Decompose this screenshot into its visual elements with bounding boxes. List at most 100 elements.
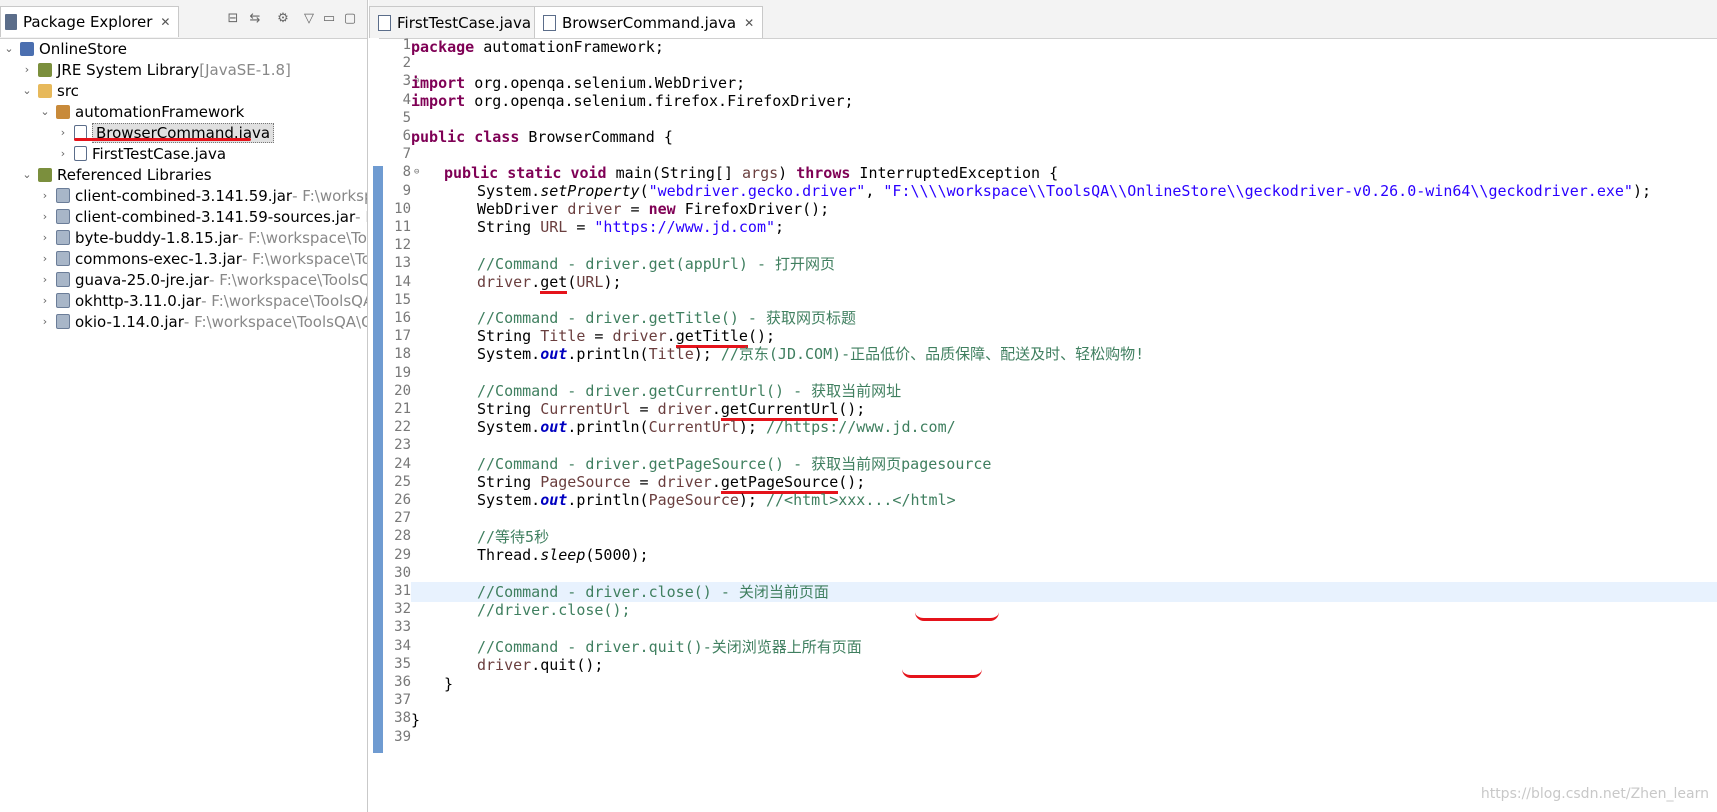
red-annotation-underline [74, 138, 251, 141]
tree-item[interactable]: ⌄ src [22, 80, 79, 101]
comment-line: //driver.close(); [477, 601, 631, 619]
tree-item[interactable]: › client-combined-3.141.59-sources.jar - … [40, 206, 367, 227]
chevron-down-icon[interactable]: ⌄ [4, 42, 14, 55]
tree-item[interactable]: › commons-exec-1.3.jar - F:\workspace\Too… [40, 248, 367, 269]
collapse-all-icon[interactable]: ⊟ [224, 9, 242, 27]
code-line: String CurrentUrl = driver.getCurrentUrl… [477, 399, 865, 421]
line-number: 32 [394, 601, 411, 618]
chevron-right-icon[interactable]: › [22, 63, 32, 76]
code-line: public class BrowserCommand { [411, 128, 673, 146]
chevron-right-icon[interactable]: › [40, 252, 50, 265]
tree-item[interactable]: › FirstTestCase.java [58, 143, 226, 164]
code-line: System.out.println(PageSource); //<html>… [477, 491, 956, 509]
jar-icon [56, 209, 70, 224]
tree-item[interactable]: › byte-buddy-1.8.15.jar - F:\workspace\To… [40, 227, 367, 248]
tree-item-label: guava-25.0-jre.jar [75, 270, 210, 289]
jar-icon [56, 251, 70, 266]
line-number: 30 [394, 564, 411, 581]
close-icon[interactable]: ✕ [160, 15, 170, 29]
tree-item-label: automationFramework [75, 102, 245, 121]
tree-item[interactable]: ⌄ Referenced Libraries [22, 164, 211, 185]
chevron-right-icon[interactable]: › [40, 210, 50, 223]
comment-line: //Command - driver.getPageSource() - 获取当… [477, 455, 992, 473]
tab-first-test-case[interactable]: FirstTestCase.java [369, 6, 541, 38]
tree-item[interactable]: › client-combined-3.141.59.jar - F:\works… [40, 185, 367, 206]
tree-item[interactable]: › okio-1.14.0.jar - F:\workspace\ToolsQA\… [40, 311, 367, 332]
line-number: 39 [394, 728, 411, 745]
minimize-icon[interactable]: ▭ [320, 9, 338, 27]
line-number: 15 [394, 291, 411, 308]
tree-item-label: JRE System Library [57, 60, 200, 79]
tree-item-suffix: - F:\workspace\ToolsQA\Onli [183, 312, 367, 331]
line-number: 1 [402, 37, 411, 53]
java-file-icon [378, 14, 391, 31]
line-number-gutter: 1 2 3 ⊖ 4 5 6 7 8 ⊖ 9 10 11 12 13 14 15 16 17 18 19 20 21 22 23 2… [379, 37, 419, 812]
chevron-down-icon[interactable]: ⌄ [22, 168, 32, 181]
chevron-right-icon[interactable]: › [40, 315, 50, 328]
package-explorer-panel: Package Explorer ✕ ⊟ ⇆ ⚙ ▽ ▭ ▢ ⌄ OnlineSt… [0, 0, 368, 812]
comment-line: //Command - driver.close() - 关闭当前页面 [477, 583, 829, 601]
line-number: 21 [394, 401, 411, 417]
jar-icon [56, 293, 70, 308]
tab-package-explorer[interactable]: Package Explorer ✕ [0, 6, 180, 37]
red-annotation-underline [902, 669, 982, 678]
jar-icon [56, 188, 70, 203]
tab-label: BrowserCommand.java [562, 13, 737, 32]
tree-item[interactable]: ⌄ automationFramework [40, 101, 244, 122]
line-number: 29 [394, 546, 411, 563]
tree-item-label: FirstTestCase.java [92, 144, 227, 163]
line-number: 23 [394, 437, 411, 454]
filters-icon[interactable]: ⚙ [274, 9, 292, 27]
close-icon[interactable]: ✕ [744, 16, 754, 30]
tree-item-label: byte-buddy-1.8.15.jar [75, 228, 239, 247]
source-folder-icon [38, 83, 52, 98]
code-area[interactable]: package automationFramework; import org.… [411, 38, 1717, 812]
jar-icon [56, 314, 70, 329]
chevron-right-icon[interactable]: › [40, 231, 50, 244]
comment-line: //等待5秒 [477, 528, 550, 546]
line-number: 31 [394, 583, 411, 599]
tree-item-suffix: - F:\w [355, 207, 367, 226]
comment-line: //Command - driver.get(appUrl) - 打开网页 [477, 255, 836, 273]
chevron-right-icon[interactable]: › [40, 189, 50, 202]
line-number: 19 [394, 364, 411, 381]
code-line: WebDriver driver = new FirefoxDriver(); [477, 200, 830, 218]
code-line: driver.get(URL); [477, 272, 622, 294]
tree-item[interactable]: ⌄ OnlineStore [4, 38, 127, 59]
line-number: 17 [394, 328, 411, 345]
line-number: 20 [394, 382, 411, 399]
line-number: 28 [394, 528, 411, 545]
code-line: import org.openqa.selenium.WebDriver; [411, 74, 746, 92]
red-annotation-underline [915, 612, 999, 621]
chevron-right-icon[interactable]: › [40, 273, 50, 286]
tab-browser-command[interactable]: BrowserCommand.java ✕ [534, 6, 764, 38]
chevron-right-icon[interactable]: › [58, 147, 68, 160]
comment-line: //Command - driver.getCurrentUrl() - 获取当… [477, 382, 902, 400]
library-icon [38, 167, 52, 182]
line-number: 35 [394, 655, 411, 672]
maximize-icon[interactable]: ▢ [341, 9, 359, 27]
tree-item[interactable]: › guava-25.0-jre.jar - F:\workspace\Tools… [40, 269, 367, 290]
tree-item-suffix: - F:\workspace [292, 186, 367, 205]
code-line: import org.openqa.selenium.firefox.Firef… [411, 92, 854, 110]
link-with-editor-icon[interactable]: ⇆ [246, 9, 264, 27]
code-line: } [411, 711, 421, 729]
line-number: 18 [394, 346, 411, 363]
line-number: 37 [394, 692, 411, 709]
tab-label: Package Explorer [23, 13, 153, 31]
java-file-icon [74, 146, 87, 161]
tree-item[interactable]: › okhttp-3.11.0.jar - F:\workspace\ToolsQ… [40, 290, 367, 311]
tree-item-suffix: - F:\workspace\ToolsQA\ [209, 270, 367, 289]
line-number: 36 [394, 674, 411, 690]
library-icon [38, 62, 52, 77]
code-line: Thread.sleep(5000); [477, 546, 649, 564]
chevron-down-icon[interactable]: ⌄ [22, 84, 32, 97]
chevron-down-icon[interactable]: ⌄ [40, 105, 50, 118]
line-number: 25 [394, 473, 411, 490]
view-menu-icon[interactable]: ▽ [300, 9, 318, 27]
chevron-right-icon[interactable]: › [58, 126, 68, 139]
tree-item-label: client-combined-3.141.59-sources.jar [75, 207, 356, 226]
explorer-tabbar: Package Explorer ✕ ⊟ ⇆ ⚙ ▽ ▭ ▢ [0, 0, 367, 39]
chevron-right-icon[interactable]: › [40, 294, 50, 307]
tree-item[interactable]: › JRE System Library [JavaSE-1.8] [22, 59, 291, 80]
